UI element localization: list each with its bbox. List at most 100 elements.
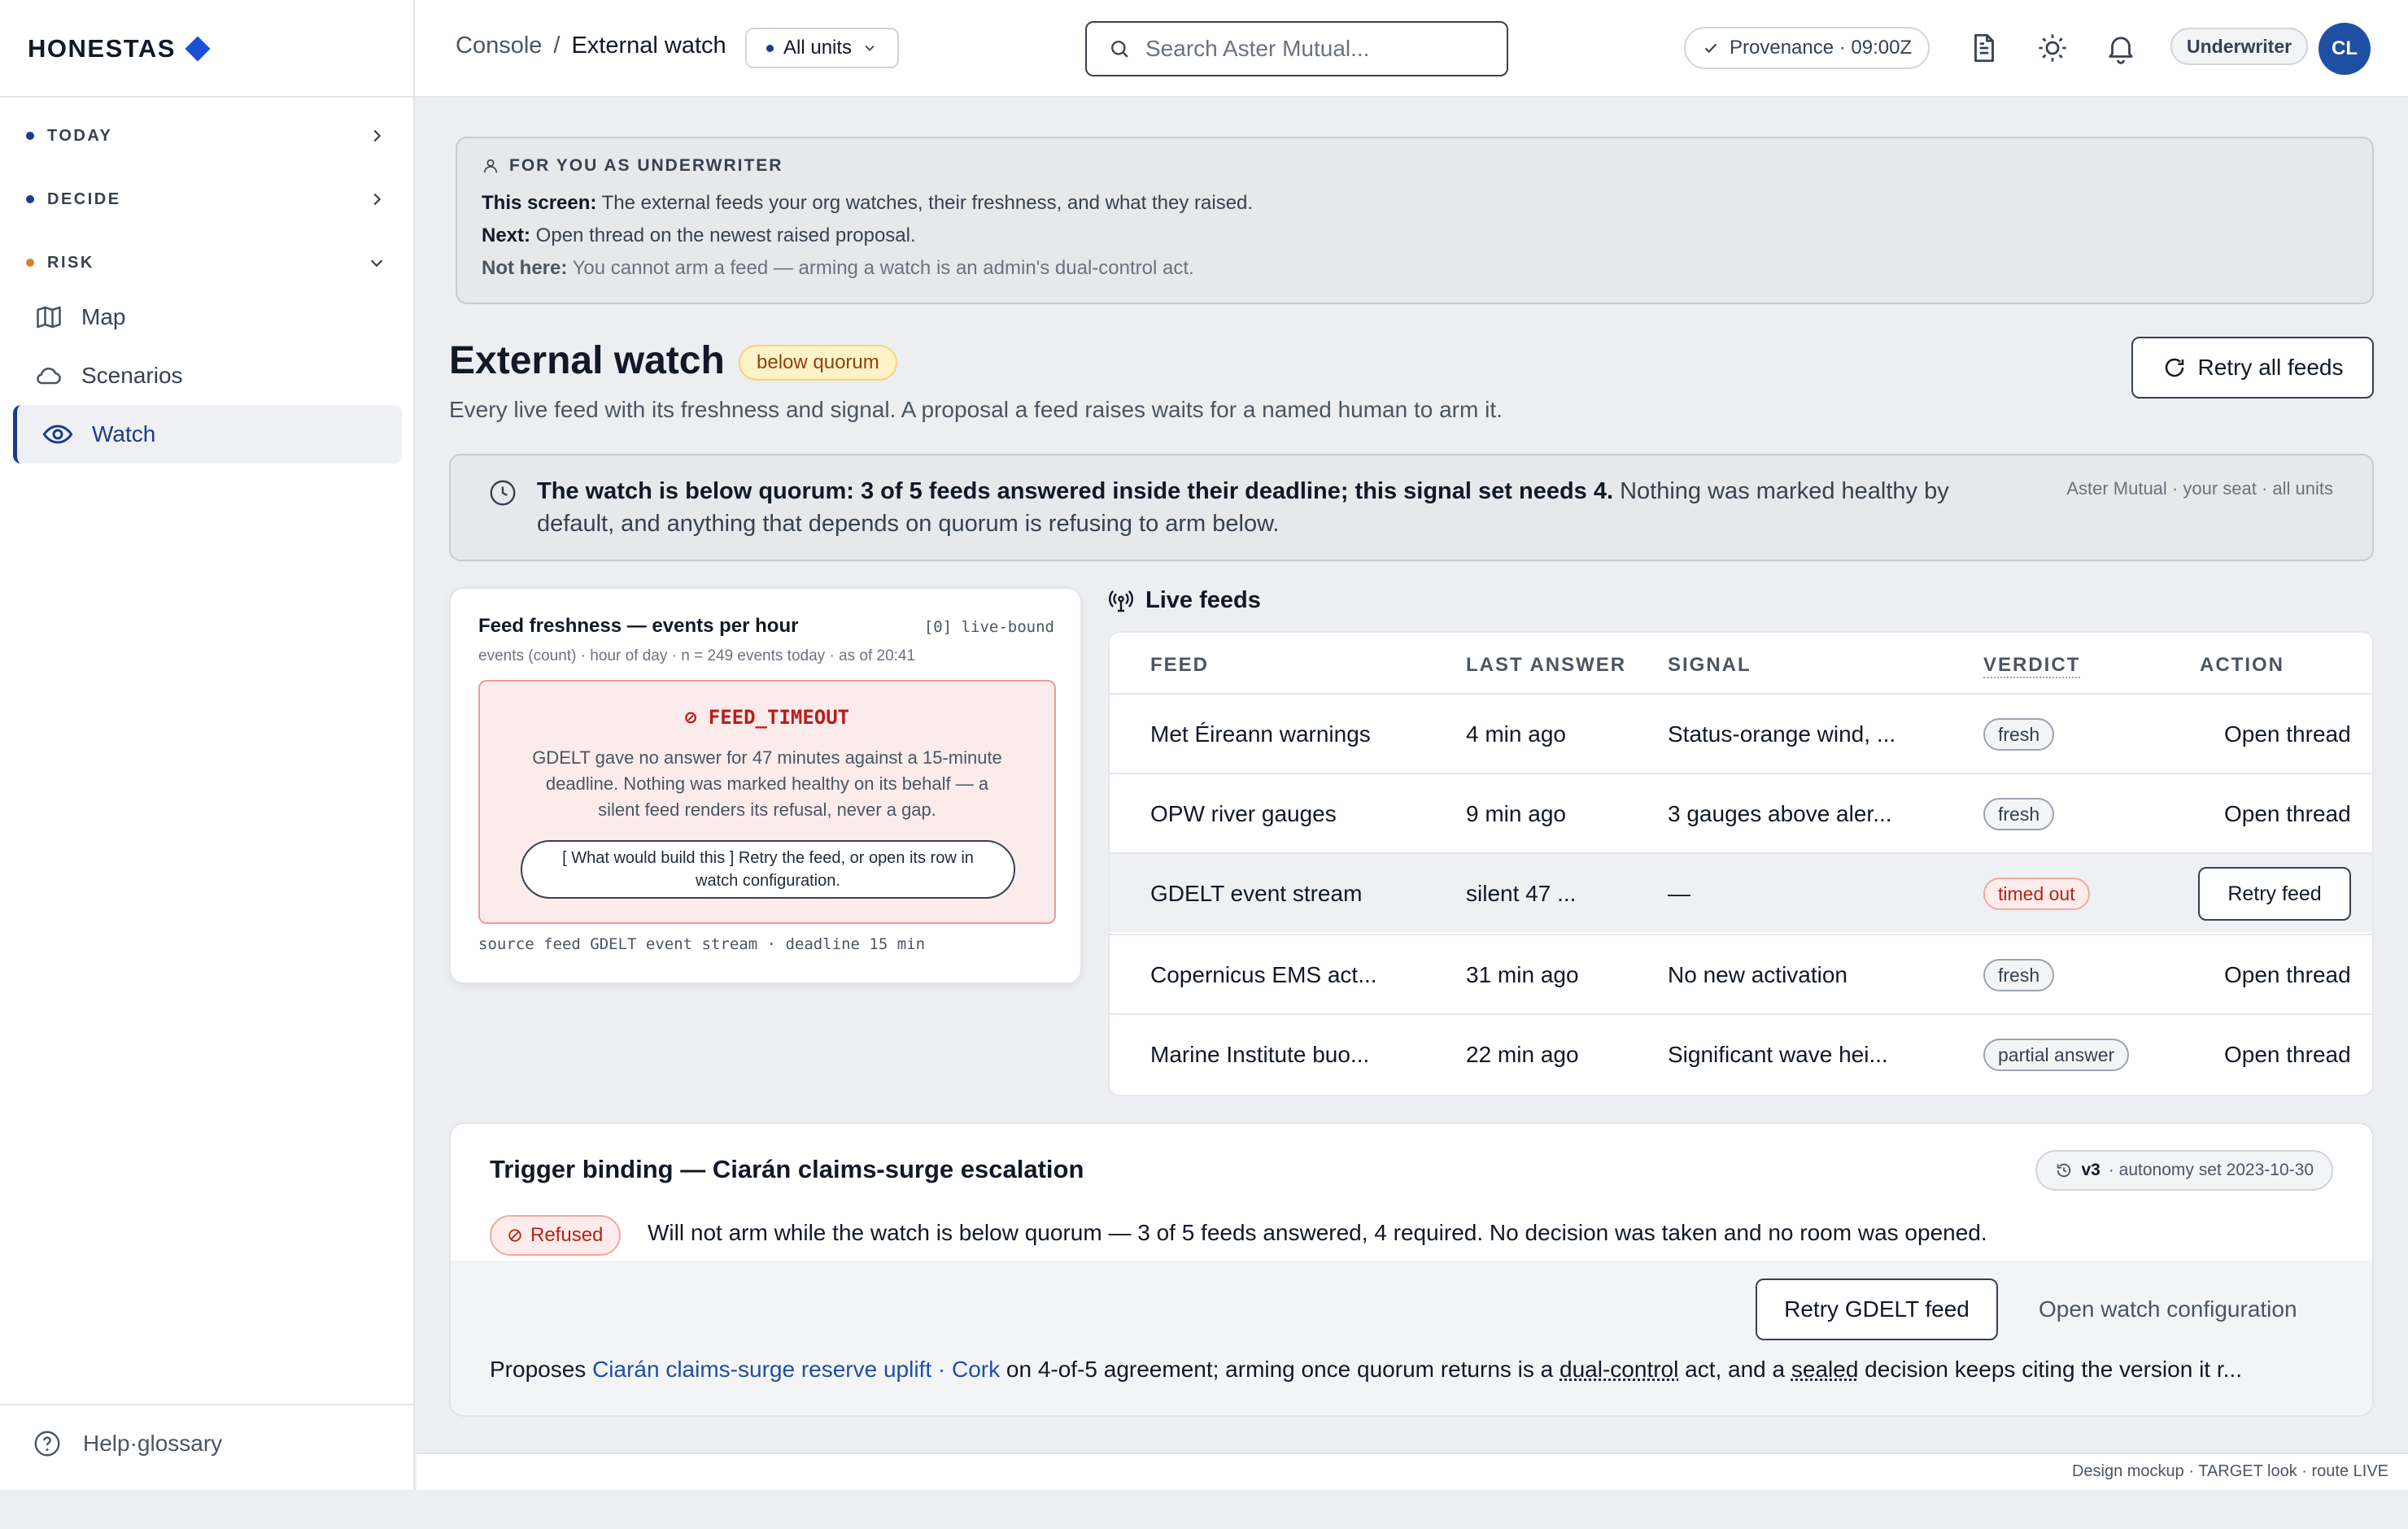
column-header-action: ACTION [2200, 654, 2284, 676]
last-answer: silent 47 ... [1466, 881, 1577, 906]
table-row[interactable]: GDELT event stream silent 47 ... — timed… [1110, 852, 2372, 932]
page-title: External watch [449, 339, 725, 382]
sidebar-item-map[interactable]: Map [13, 288, 402, 346]
sun-icon[interactable] [2035, 31, 2070, 65]
sidebar-divider [0, 1404, 413, 1405]
page-footer: Design mockup · TARGET look · route LIVE [417, 1453, 2408, 1490]
text: The external feeds your org watches, the… [596, 192, 1254, 214]
open-watch-configuration-link[interactable]: Open watch configuration [2039, 1296, 2297, 1322]
glossary-term-sealed[interactable]: sealed [1791, 1357, 1859, 1382]
open-thread-link[interactable]: Open thread [2224, 935, 2351, 1015]
section-label: DECIDE [47, 189, 121, 208]
sidebar-section-risk[interactable]: RISK [26, 245, 386, 281]
trigger-title: Trigger binding — Ciarán claims-surge es… [490, 1155, 1084, 1183]
blocked-icon [508, 1229, 521, 1242]
diamond-icon [185, 36, 211, 62]
units-value: All units [783, 37, 853, 59]
guidance-heading: FOR YOU AS UNDERWRITER [482, 156, 2348, 176]
feed-freshness-card: Feed freshness — events per hour [0] liv… [449, 587, 1082, 984]
banner-meta: Aster Mutual · your seat · all units [2066, 478, 2333, 499]
guidance-not-here: Not here: You cannot arm a feed — arming… [482, 252, 2348, 285]
breadcrumb-separator: / [553, 33, 561, 59]
card-subtitle: events (count) · hour of day · n = 249 e… [478, 647, 916, 664]
cloud-icon [37, 367, 61, 385]
retry-all-feeds-button[interactable]: Retry all feeds [2131, 337, 2374, 399]
open-thread-link[interactable]: Open thread [2224, 695, 2351, 774]
live-feeds-heading: Live feeds [1108, 587, 1261, 614]
proposal-link[interactable]: Ciarán claims-surge reserve uplift · Cor… [592, 1357, 1000, 1382]
units-select[interactable]: All units [745, 28, 900, 68]
signal: Significant wave hei... [1668, 1042, 1888, 1067]
card-title: Feed freshness — events per hour [478, 615, 799, 637]
label: Next: [482, 224, 531, 246]
refused-badge: Refused [490, 1215, 622, 1256]
table-row[interactable]: Met Éireann warnings 4 min ago Status-or… [1110, 693, 2372, 773]
banner-text: The watch is below quorum: 3 of 5 feeds … [537, 475, 1985, 540]
last-answer: 4 min ago [1466, 721, 1566, 747]
label: Not here: [482, 257, 568, 279]
column-header-verdict[interactable]: VERDICT [1983, 654, 2081, 678]
section-dot [26, 259, 34, 267]
signal: Status-orange wind, ... [1668, 721, 1896, 747]
table-row[interactable]: OPW river gauges 9 min ago 3 gauges abov… [1110, 773, 2372, 852]
verdict-badge: timed out [1983, 878, 2090, 910]
antenna-icon [1109, 590, 1133, 612]
live-feeds-table: FEED LAST ANSWER SIGNAL VERDICT ACTION M… [1108, 631, 2374, 1096]
open-thread-link[interactable]: Open thread [2224, 774, 2351, 854]
heading-text: Live feeds [1145, 587, 1261, 613]
card-tag: [0] live-bound [923, 618, 1054, 636]
refresh-icon [2165, 358, 2183, 377]
eye-icon [42, 425, 73, 444]
chevron-down-icon [865, 45, 875, 51]
brand-logo[interactable]: HONESTAS [28, 31, 211, 67]
proposal-text: Proposes Ciarán claims-surge reserve upl… [490, 1357, 2353, 1383]
banner-bold: The watch is below quorum: 3 of 5 feeds … [537, 478, 1614, 504]
page-subtitle: Every live feed with its freshness and s… [449, 397, 1503, 422]
text: act, and a [1678, 1357, 1791, 1382]
error-message: GDELT gave no answer for 47 minutes agai… [532, 747, 1002, 820]
provenance-label: Provenance · 09:00Z [1730, 37, 1913, 59]
breadcrumb-current: External watch [571, 33, 726, 59]
feed-name: Copernicus EMS act... [1150, 962, 1377, 987]
verdict-badge: fresh [1983, 798, 2055, 830]
version-badge[interactable]: v3 · autonomy set 2023-10-30 [2035, 1150, 2333, 1191]
build-hint-button[interactable]: [ What would build this ] Retry the feed… [521, 840, 1015, 899]
text: decision keeps citing the version it r..… [1858, 1357, 2242, 1382]
trigger-actions-area: Retry GDELT feed Open watch configuratio… [451, 1261, 2372, 1415]
help-glossary-link[interactable]: Help·glossary [33, 1429, 222, 1458]
section-dot [26, 195, 34, 203]
user-icon [483, 159, 498, 173]
last-answer: 22 min ago [1466, 1042, 1579, 1067]
quorum-badge: below quorum [739, 345, 897, 381]
role-badge[interactable]: Underwriter [2170, 28, 2309, 65]
last-answer: 31 min ago [1466, 962, 1579, 987]
sidebar-item-label: Scenarios [81, 363, 183, 388]
retry-feed-button[interactable]: Retry feed [2198, 867, 2351, 921]
open-thread-link[interactable]: Open thread [2224, 1015, 2351, 1095]
table-row[interactable]: Marine Institute buo... 22 min ago Signi… [1110, 1013, 2372, 1093]
sidebar-section-today[interactable]: TODAY [26, 118, 386, 154]
chevron-right-icon [373, 129, 382, 142]
version-number: v3 [2081, 1161, 2100, 1179]
avatar[interactable]: CL [2319, 23, 2371, 75]
role-guidance-panel: FOR YOU AS UNDERWRITER This screen: The … [456, 137, 2374, 304]
search-input[interactable]: Search Aster Mutual... [1085, 21, 1508, 76]
button-label: Retry all feeds [2197, 355, 2344, 380]
feed-name: OPW river gauges [1150, 801, 1337, 826]
document-icon[interactable] [1967, 31, 2001, 65]
breadcrumb: Console / External watch [456, 33, 726, 59]
verdict-badge: partial answer [1983, 1039, 2130, 1071]
sidebar-item-watch[interactable]: Watch [13, 405, 402, 464]
text: Proposes [490, 1357, 593, 1382]
glossary-term-dual-control[interactable]: dual-control [1560, 1357, 1678, 1382]
provenance-badge[interactable]: Provenance · 09:00Z [1684, 27, 1930, 69]
breadcrumb-root[interactable]: Console [456, 33, 542, 59]
section-label: RISK [47, 253, 94, 272]
table-row[interactable]: Copernicus EMS act... 31 min ago No new … [1110, 934, 2372, 1013]
sidebar-section-decide[interactable]: DECIDE [26, 181, 386, 217]
bell-icon[interactable] [2104, 31, 2138, 65]
retry-gdelt-feed-button[interactable]: Retry GDELT feed [1756, 1279, 1998, 1340]
section-dot [26, 132, 34, 140]
section-label: TODAY [47, 126, 113, 145]
sidebar-item-scenarios[interactable]: Scenarios [13, 346, 402, 405]
